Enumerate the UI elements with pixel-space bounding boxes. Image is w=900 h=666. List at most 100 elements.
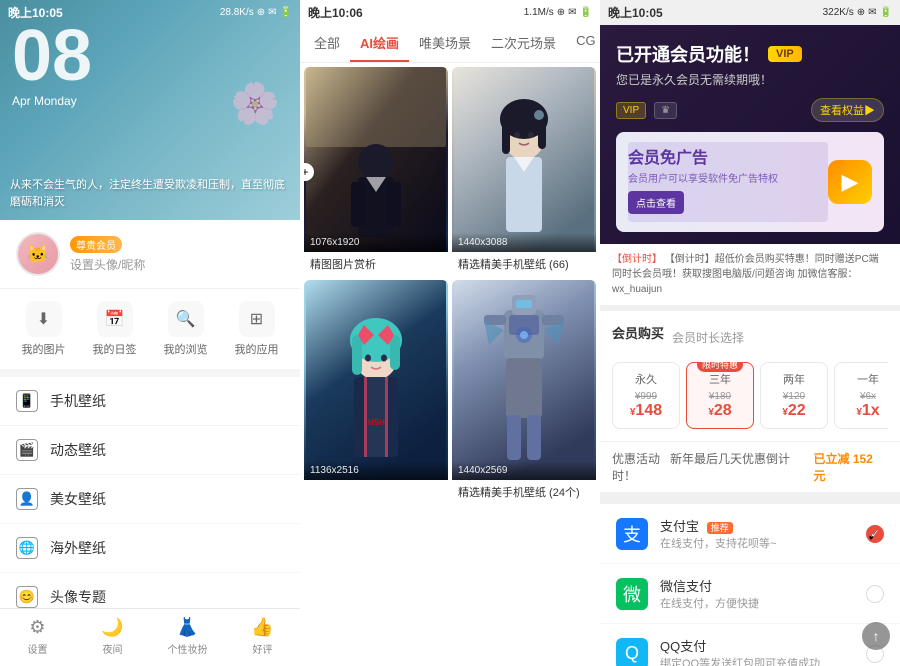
- middle-status-time: 晚上10:06: [308, 4, 363, 21]
- diary-icon: 📅: [97, 301, 133, 337]
- panel-right: 晚上10:05 322K/s ⊕✉🔋 已开通会员功能！ VIP 您已是永久会员无…: [600, 0, 900, 666]
- flower-decoration: 🌸: [230, 80, 280, 127]
- menu-item-overseas[interactable]: 🌐 海外壁纸: [0, 524, 300, 573]
- plan-1year-original: ¥6x: [841, 391, 888, 402]
- middle-status-bar: 晚上10:06 1.1M/s ⊕✉🔋: [300, 0, 600, 25]
- quick-actions: ⬇ 我的图片 📅 我的日签 🔍 我的浏览 ⊞ 我的应用: [0, 289, 300, 377]
- vip-ad-sub: 会员用户可以享受软件免广告特权: [628, 170, 828, 185]
- image-card-4-title: 精选精美手机壁纸 (24个): [452, 480, 596, 504]
- user-nickname-hint[interactable]: 设置头像/昵称: [70, 256, 284, 273]
- vip-ad-click-btn[interactable]: 点击查看: [628, 191, 684, 214]
- plan-2year[interactable]: 两年 ¥120 ¥22: [760, 362, 828, 429]
- apps-label: 我的应用: [235, 341, 279, 357]
- promo-save: 已立减 152 元: [814, 450, 889, 484]
- tab-cg[interactable]: CG: [566, 25, 600, 62]
- image-dims-4: 1440x2569: [458, 465, 590, 476]
- nav-customize[interactable]: 👗 个性妆扮: [150, 617, 225, 656]
- review-icon: 👍: [251, 617, 273, 638]
- nav-review[interactable]: 👍 好评: [225, 617, 300, 656]
- payment-qq[interactable]: Q QQ支付 绑定QQ等发送红包即可充值成功: [600, 624, 900, 666]
- image-card-4-info: 1440x2569: [452, 461, 596, 480]
- nav-night[interactable]: 🌙 夜间: [75, 617, 150, 656]
- bottom-nav: ⚙ 设置 🌙 夜间 👗 个性妆扮 👍 好评: [0, 608, 300, 666]
- phone-wallpaper-label: 手机壁纸: [50, 391, 284, 411]
- qq-name: QQ支付: [660, 636, 854, 655]
- right-network: 322K/s: [823, 7, 854, 18]
- plan-3year[interactable]: 限时特惠 三年 ¥180 ¥28: [686, 362, 754, 429]
- quick-action-photos[interactable]: ⬇ 我的图片: [8, 301, 79, 357]
- alipay-name: 支付宝 推荐: [660, 516, 854, 535]
- vip-subtitle: 您已是永久会员无需续期哦！: [616, 71, 884, 88]
- image-card-4[interactable]: 1440x2569 精选精美手机壁纸 (24个): [452, 280, 596, 504]
- purchase-plans: 永久 ¥999 ¥148 限时特惠 三年 ¥180 ¥28 两年 ¥120 ¥2…: [612, 362, 888, 429]
- alipay-badge: 推荐: [707, 522, 733, 534]
- image-card-3-info: 1136x2516: [304, 461, 448, 480]
- wechat-sub: 在线支付，方便快捷: [660, 595, 854, 611]
- image-card-1[interactable]: 1076x1920 精图图片赏析 +: [304, 67, 448, 276]
- menu-item-live-wallpaper[interactable]: 🎬 动态壁纸: [0, 426, 300, 475]
- svg-text:HSH: HSH: [368, 418, 385, 427]
- overseas-label: 海外壁纸: [50, 538, 284, 558]
- image-card-2[interactable]: 1440x3088 精选精美手机壁纸 (66): [452, 67, 596, 276]
- alipay-select[interactable]: ✓: [866, 525, 884, 543]
- menu-item-phone-wallpaper[interactable]: 📱 手机壁纸: [0, 377, 300, 426]
- network-speed: 28.8K/s: [220, 7, 254, 18]
- tab-ai-art[interactable]: AI绘画: [350, 25, 409, 62]
- quick-action-apps[interactable]: ⊞ 我的应用: [221, 301, 292, 357]
- plan-forever[interactable]: 永久 ¥999 ¥148: [612, 362, 680, 429]
- wechat-select[interactable]: [866, 585, 884, 603]
- plan-3year-discount: 限时特惠: [697, 362, 743, 372]
- diary-label: 我的日签: [93, 341, 137, 357]
- date-area: 08 Apr Monday: [12, 20, 92, 108]
- menu-list: 📱 手机壁纸 🎬 动态壁纸 👤 美女壁纸 🌐 海外壁纸 😊 头像专题 😄 表情专…: [0, 377, 300, 608]
- quick-action-diary[interactable]: 📅 我的日签: [79, 301, 150, 357]
- tab-beautiful-scene[interactable]: 唯美场景: [409, 25, 481, 62]
- vip-badge: VIP: [768, 46, 802, 62]
- plan-1year-name: 一年: [841, 371, 888, 387]
- plan-1year-price: ¥1x: [841, 402, 888, 420]
- payment-wechat[interactable]: 微 微信支付 在线支付，方便快捷: [600, 564, 900, 624]
- night-icon: 🌙: [101, 617, 123, 638]
- header-quote: 从来不会生气的人，注定终生遭受欺凌和压制，直至彻底磨砺和消灭: [10, 177, 290, 210]
- purchase-section: 会员购买 会员时长选择 永久 ¥999 ¥148 限时特惠 三年 ¥180 ¥2…: [600, 311, 900, 441]
- header-area: 🌸 晚上10:05 28.8K/s ⊕✉🔋 08 Apr Monday 从来不会…: [0, 0, 300, 220]
- vip-header: 已开通会员功能！ VIP 您已是永久会员无需续期哦！ VIP ♛ 查看权益▶ 会…: [600, 25, 900, 244]
- photos-icon: ⬇: [26, 301, 62, 337]
- tab-anime-scene[interactable]: 二次元场景: [481, 25, 566, 62]
- date-month-week: Apr Monday: [12, 94, 92, 108]
- settings-label: 设置: [28, 641, 48, 656]
- image-card-2-info: 1440x3088: [452, 233, 596, 252]
- vip-rights-btn[interactable]: 查看权益▶: [811, 98, 884, 122]
- plan-forever-name: 永久: [619, 371, 673, 387]
- plan-3year-name: 三年: [693, 371, 747, 387]
- vip-ad-banner: 会员免广告 会员用户可以享受软件免广告特权 点击查看 ▶: [616, 132, 884, 232]
- right-status-time: 晚上10:05: [608, 4, 663, 21]
- nav-settings[interactable]: ⚙ 设置: [0, 617, 75, 656]
- user-avatar[interactable]: 🐱: [16, 232, 60, 276]
- middle-status-icons: 1.1M/s ⊕✉🔋: [524, 7, 592, 18]
- night-label: 夜间: [103, 641, 123, 656]
- image-dims-1: 1076x1920: [310, 237, 442, 248]
- tab-all[interactable]: 全部: [304, 25, 350, 62]
- user-section[interactable]: 🐱 尊贵会员 设置头像/昵称: [0, 220, 300, 289]
- image-dims-3: 1136x2516: [310, 465, 442, 476]
- browse-icon: 🔍: [168, 301, 204, 337]
- menu-item-beauty-wallpaper[interactable]: 👤 美女壁纸: [0, 475, 300, 524]
- review-label: 好评: [253, 641, 273, 656]
- settings-icon: ⚙: [29, 617, 45, 638]
- live-wallpaper-label: 动态壁纸: [50, 440, 284, 460]
- live-wallpaper-icon: 🎬: [16, 439, 38, 461]
- payment-alipay[interactable]: 支 支付宝 推荐 在线支付，支持花呗等~ ✓: [600, 504, 900, 564]
- plan-2year-name: 两年: [767, 371, 821, 387]
- plan-2year-original: ¥120: [767, 391, 821, 402]
- menu-item-avatar[interactable]: 😊 头像专题: [0, 573, 300, 608]
- panel-middle: 晚上10:06 1.1M/s ⊕✉🔋 全部 AI绘画 唯美场景 二次元场景 CG: [300, 0, 600, 666]
- plan-1year[interactable]: 一年 ¥6x ¥1x: [834, 362, 888, 429]
- middle-tabs: 全部 AI绘画 唯美场景 二次元场景 CG: [300, 25, 600, 63]
- left-status-icons: 28.8K/s ⊕✉🔋: [220, 7, 292, 18]
- avatar-topic-label: 头像专题: [50, 587, 284, 607]
- quick-action-browse[interactable]: 🔍 我的浏览: [150, 301, 221, 357]
- image-card-3[interactable]: HSH 1136x2516: [304, 280, 448, 504]
- purchase-title: 会员购买: [612, 323, 664, 342]
- vip-title: 已开通会员功能！: [616, 41, 760, 67]
